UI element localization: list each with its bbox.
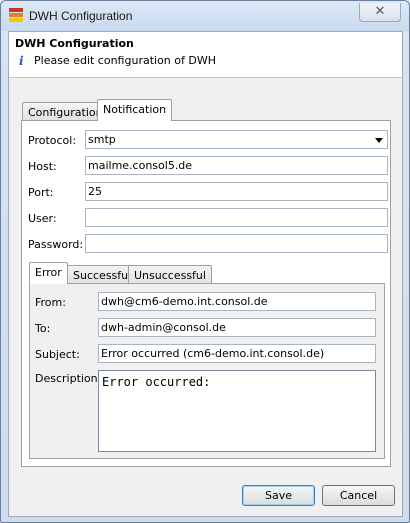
tab-notification[interactable]: Notification — [97, 99, 173, 121]
password-input[interactable] — [85, 234, 388, 253]
port-label: Port: — [28, 186, 54, 199]
close-icon: ✕ — [374, 4, 386, 19]
host-input[interactable]: mailme.consol5.de — [85, 156, 388, 175]
app-icon — [9, 8, 23, 24]
subject-input[interactable]: Error occurred (cm6-demo.int.consol.de) — [98, 344, 376, 363]
error-panel: From: dwh@cm6-demo.int.consol.de To: dwh… — [29, 283, 385, 459]
port-input[interactable]: 25 — [85, 182, 388, 201]
description-label: Description: — [35, 372, 102, 385]
user-label: User: — [28, 212, 57, 225]
tab-error[interactable]: Error — [29, 262, 68, 284]
password-label: Password: — [28, 238, 84, 251]
subject-label: Subject: — [35, 348, 80, 361]
protocol-label: Protocol: — [28, 134, 77, 147]
close-button[interactable]: ✕ — [359, 3, 401, 22]
to-label: To: — [35, 322, 51, 335]
description-textarea[interactable]: Error occurred: — [98, 370, 376, 452]
chevron-down-icon — [375, 138, 383, 143]
window-title: DWH Configuration — [29, 9, 133, 23]
header-message: Please edit configuration of DWH — [34, 54, 216, 67]
dialog-window: DWH Configuration ✕ DWH Configuration i … — [0, 0, 410, 523]
dialog-header: DWH Configuration i Please edit configur… — [9, 32, 402, 78]
protocol-value: smtp — [88, 133, 116, 146]
from-label: From: — [35, 296, 66, 309]
header-title: DWH Configuration — [15, 37, 134, 50]
info-icon: i — [19, 54, 24, 68]
host-label: Host: — [28, 160, 57, 173]
cancel-button[interactable]: Cancel — [322, 485, 395, 506]
protocol-select[interactable]: smtp — [85, 130, 388, 149]
dialog-content: DWH Configuration i Please edit configur… — [8, 31, 403, 517]
tab-successful[interactable]: Successful — [67, 265, 138, 284]
user-input[interactable] — [85, 208, 388, 227]
save-button[interactable]: Save — [242, 485, 315, 506]
title-bar[interactable]: DWH Configuration ✕ — [1, 1, 409, 31]
tab-configuration[interactable]: Configuration — [22, 102, 109, 121]
from-input[interactable]: dwh@cm6-demo.int.consol.de — [98, 292, 376, 311]
tab-unsuccessful[interactable]: Unsuccessful — [128, 265, 212, 284]
to-input[interactable]: dwh-admin@consol.de — [98, 318, 376, 337]
notification-panel: Protocol: smtp Host: mailme.consol5.de P… — [21, 120, 391, 467]
